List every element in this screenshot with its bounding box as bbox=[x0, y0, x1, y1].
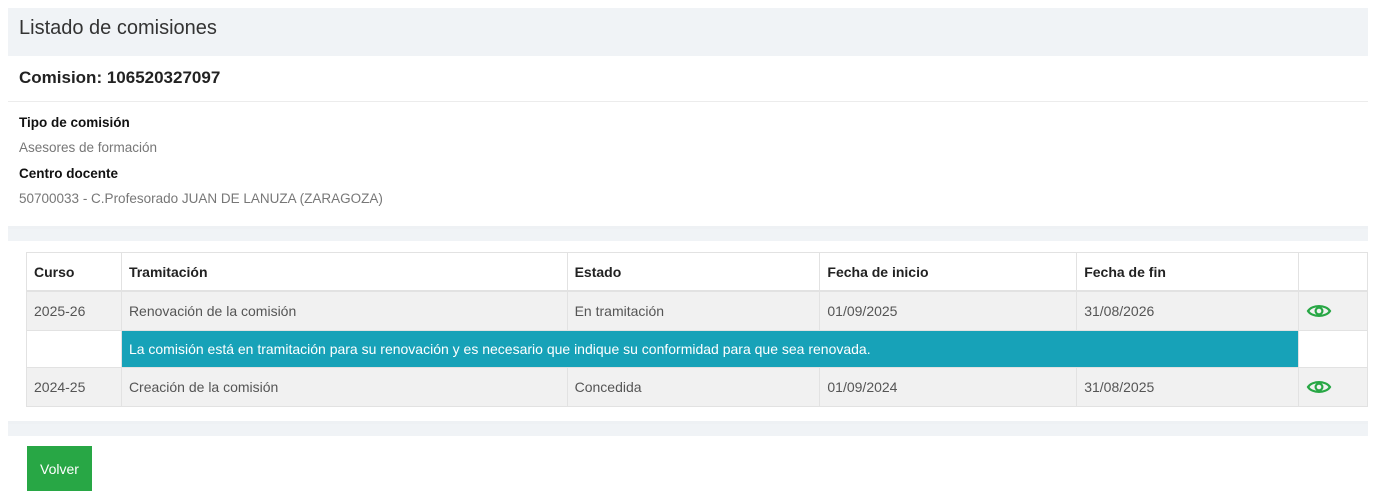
page-header: Listado de comisiones bbox=[8, 8, 1368, 56]
back-button[interactable]: Volver bbox=[27, 446, 92, 491]
school-center-label: Centro docente bbox=[19, 166, 119, 181]
commission-type-label: Tipo de comisión bbox=[19, 115, 130, 130]
eye-icon[interactable] bbox=[1306, 378, 1332, 396]
commission-title: Comision: 106520327097 bbox=[19, 68, 221, 87]
school-center-value: 50700033 - C.Profesorado JUAN DE LANUZA … bbox=[19, 191, 383, 206]
cell-fecha-inicio: 01/09/2024 bbox=[819, 367, 1078, 407]
cell-fecha-fin: 31/08/2025 bbox=[1076, 367, 1300, 407]
column-header-actions bbox=[1298, 252, 1368, 292]
column-header-tramitacion[interactable]: Tramitación bbox=[120, 252, 568, 292]
cell-actions bbox=[1298, 290, 1368, 331]
cell-estado: Concedida bbox=[566, 367, 821, 407]
page-title: Listado de comisiones bbox=[19, 17, 217, 39]
table-row: 2025-26 Renovación de la comisión En tra… bbox=[26, 290, 1368, 331]
notice-spacer bbox=[26, 330, 122, 368]
cell-estado: En tramitación bbox=[566, 290, 821, 331]
eye-icon[interactable] bbox=[1306, 302, 1332, 320]
commissions-table: Curso Tramitación Estado Fecha de inicio… bbox=[26, 252, 1368, 407]
cell-tramitacion: Creación de la comisión bbox=[120, 367, 568, 407]
page: Listado de comisiones Comision: 10652032… bbox=[0, 0, 1373, 495]
table-header-row: Curso Tramitación Estado Fecha de inicio… bbox=[26, 252, 1368, 292]
cell-fecha-fin: 31/08/2026 bbox=[1076, 290, 1300, 331]
column-header-fecha-inicio[interactable]: Fecha de inicio bbox=[819, 252, 1078, 292]
cell-curso: 2024-25 bbox=[26, 367, 122, 407]
commission-type-value: Asesores de formación bbox=[19, 140, 158, 155]
notice-spacer bbox=[1298, 330, 1368, 368]
renewal-notice: La comisión está en tramitación para su … bbox=[120, 330, 1300, 368]
section-separator bbox=[8, 229, 1368, 241]
cell-tramitacion: Renovación de la comisión bbox=[120, 290, 568, 331]
column-header-curso[interactable]: Curso bbox=[26, 252, 122, 292]
cell-actions bbox=[1298, 367, 1368, 407]
column-header-estado[interactable]: Estado bbox=[566, 252, 821, 292]
cell-fecha-inicio: 01/09/2025 bbox=[819, 290, 1078, 331]
cell-curso: 2025-26 bbox=[26, 290, 122, 331]
table-row: 2024-25 Creación de la comisión Concedid… bbox=[26, 367, 1368, 407]
section-separator bbox=[8, 424, 1368, 436]
divider bbox=[8, 101, 1368, 102]
column-header-fecha-fin[interactable]: Fecha de fin bbox=[1076, 252, 1300, 292]
notice-row: La comisión está en tramitación para su … bbox=[26, 330, 1368, 368]
